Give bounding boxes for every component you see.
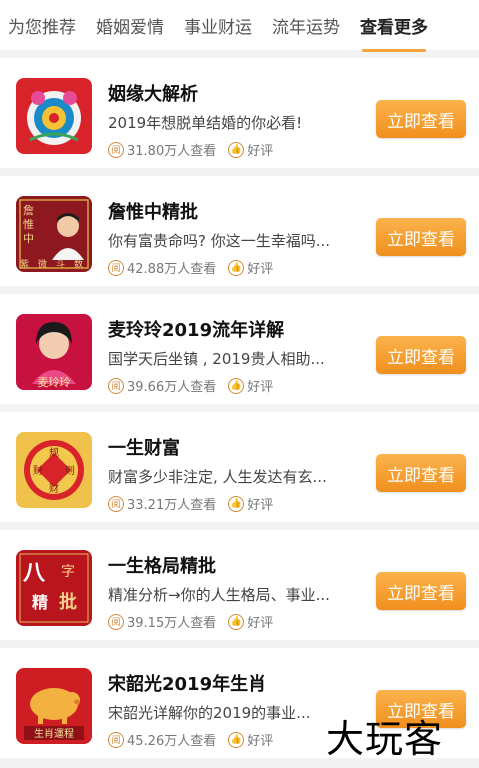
item-title: 宋韶光2019年生肖 [108,674,267,695]
tab-marriage-love[interactable]: 婚姻爱情 [96,13,164,38]
tab-recommended[interactable]: 为您推荐 [8,13,76,38]
view-count: 45.26万人查看 [127,734,217,749]
master-portrait-icon[interactable]: 麦玲玲 [16,314,92,390]
eye-icon: 阅 [108,377,124,394]
pig-zodiac-icon[interactable]: 生肖運程 [16,668,92,744]
item-meta: 阅 39.15万人查看 👍 好评 [108,612,273,631]
thumbs-up-icon: 👍 [228,141,245,158]
rating-label: 好评 [247,380,274,395]
item-meta: 阅 31.80万人查看 👍 好评 [108,140,273,159]
item-title: 詹惟中精批 [108,202,198,223]
thumb-char: 财 [49,482,59,495]
view-count: 39.66万人查看 [127,380,217,395]
thumb-caption: 生肖運程 [34,727,74,740]
rating-label: 好评 [247,498,274,513]
thumbs-up-icon: 👍 [228,259,245,276]
calligraphy-icon[interactable]: 八 字 精 批 [16,550,92,626]
item-description: 你有富贵命吗? 你这一生幸福吗... [108,232,331,250]
item-title: 麦玲玲2019流年详解 [108,320,285,341]
item-title: 姻缘大解析 [108,84,198,105]
item-description: 国学天后坐镇 , 2019贵人相助... [108,350,325,368]
thumbs-up-icon: 👍 [228,377,245,394]
category-tab-bar: 为您推荐 婚姻爱情 事业财运 流年运势 查看更多 [0,0,479,52]
list-item[interactable]: 八 字 精 批 一生格局精批 精准分析→你的人生格局、事业... 阅 39.15… [0,530,479,640]
item-description: 财富多少非注定, 人生发达有玄... [108,468,327,486]
eye-icon: 阅 [108,613,124,630]
thumb-char: 斗 [56,259,65,270]
list-item[interactable]: 麦玲玲 麦玲玲2019流年详解 国学天后坐镇 , 2019贵人相助... 阅 3… [0,294,479,404]
rating-label: 好评 [247,616,274,631]
view-now-button[interactable]: 立即查看 [376,336,466,374]
fortune-coin-icon[interactable]: 规 财 则 财 [16,432,92,508]
view-count: 42.88万人查看 [127,262,217,277]
tab-yearly-fortune[interactable]: 流年运势 [272,13,340,38]
thumb-char: 惟 [23,218,34,231]
item-description: 2019年想脱单结婚的你必看! [108,114,303,132]
item-meta: 阅 42.88万人查看 👍 好评 [108,258,273,277]
eye-icon: 阅 [108,259,124,276]
rating-label: 好评 [247,144,274,159]
tab-career-wealth[interactable]: 事业财运 [184,13,252,38]
view-now-button[interactable]: 立即查看 [376,454,466,492]
thumb-char: 则 [65,464,75,477]
thumb-char: 紫 [20,259,29,270]
thumb-char: 精 [32,593,48,612]
list-item[interactable]: 姻缘大解析 2019年想脱单结婚的你必看! 阅 31.80万人查看 👍 好评 立… [0,58,479,168]
view-count: 31.80万人查看 [127,144,217,159]
view-now-button[interactable]: 立即查看 [376,100,466,138]
eye-icon: 阅 [108,141,124,158]
watermark: 大玩客 [326,717,444,761]
thumbs-up-icon: 👍 [228,495,245,512]
eye-icon: 阅 [108,731,124,748]
thumb-char: 数 [74,258,83,270]
item-meta: 阅 45.26万人查看 👍 好评 [108,730,273,749]
thumb-signature: 麦玲玲 [38,376,71,389]
service-list: 姻缘大解析 2019年想脱单结婚的你必看! 阅 31.80万人查看 👍 好评 立… [0,58,479,766]
thumb-char: 中 [23,232,34,245]
thumb-char: 规 [49,446,59,459]
thumb-char: 詹 [23,203,34,217]
item-title: 一生财富 [108,438,180,459]
item-meta: 阅 39.66万人查看 👍 好评 [108,376,273,395]
thumb-char: 微 [38,258,47,270]
view-count: 33.21万人查看 [127,498,217,513]
eye-icon: 阅 [108,495,124,512]
thumb-char: 财 [33,464,43,477]
list-item[interactable]: 詹 惟 中 紫 微 斗 数 詹惟中精批 你有富贵命吗? 你这一生幸福吗... 阅… [0,176,479,286]
thumb-char: 字 [61,564,75,580]
thumb-char: 八 [23,561,46,586]
thumbs-up-icon: 👍 [228,731,245,748]
thumb-char: 批 [59,591,77,613]
list-item[interactable]: 规 财 则 财 一生财富 财富多少非注定, 人生发达有玄... 阅 33.21万… [0,412,479,522]
rating-label: 好评 [247,734,274,749]
rating-label: 好评 [247,262,274,277]
tab-see-more[interactable]: 查看更多 [360,13,428,52]
wedding-lotus-icon[interactable] [16,78,92,154]
item-description: 精准分析→你的人生格局、事业... [108,586,330,604]
view-now-button[interactable]: 立即查看 [376,218,466,256]
view-count: 39.15万人查看 [127,616,217,631]
thumbs-up-icon: 👍 [228,613,245,630]
item-title: 一生格局精批 [108,556,216,577]
view-now-button[interactable]: 立即查看 [376,572,466,610]
master-portrait-icon[interactable]: 詹 惟 中 紫 微 斗 数 [16,196,92,272]
item-meta: 阅 33.21万人查看 👍 好评 [108,494,273,513]
